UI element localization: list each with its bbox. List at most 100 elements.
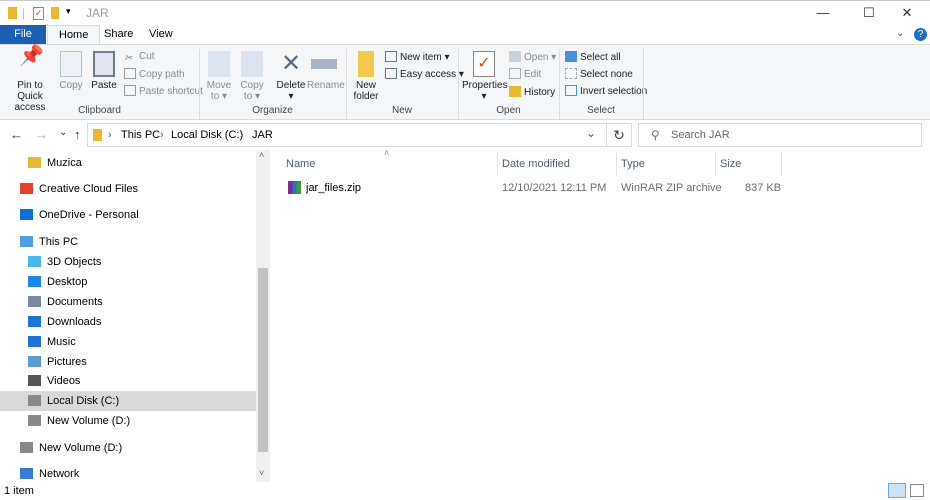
creative-cloud-icon <box>20 183 33 194</box>
edit-button[interactable]: Edit <box>509 68 541 80</box>
expand-ribbon-icon[interactable]: ⌄ <box>896 28 904 39</box>
ribbon-tabs: File Home Share View ⌄ ? <box>0 25 930 45</box>
column-header-type[interactable]: Type <box>621 155 645 175</box>
nav-item-label: Network <box>39 468 80 480</box>
drive-icon <box>20 442 33 453</box>
tab-file[interactable]: File <box>0 25 46 45</box>
nav-item[interactable]: Downloads <box>0 312 256 332</box>
network-icon <box>20 468 33 479</box>
select-all-button[interactable]: Select all <box>565 51 621 63</box>
easy-access-icon <box>385 68 397 79</box>
search-input[interactable]: ⚲ Search JAR <box>638 123 922 147</box>
up-button[interactable]: ↑ <box>74 127 81 142</box>
cut-button[interactable]: ✂ Cut <box>124 51 155 64</box>
nav-item[interactable]: New Volume (D:) <box>0 438 256 458</box>
winrar-zip-icon <box>288 181 301 194</box>
paste-button[interactable]: Paste <box>90 51 118 91</box>
minimize-button[interactable]: — <box>800 1 846 26</box>
help-icon[interactable]: ? <box>914 28 927 41</box>
sort-ascending-icon: ˄ <box>384 148 390 158</box>
breadcrumb-this-pc[interactable]: This PC <box>121 129 160 141</box>
nav-item[interactable]: Music <box>0 332 256 352</box>
open-button[interactable]: Open ▾ <box>509 51 556 63</box>
move-to-button[interactable]: Move to ▾ <box>205 51 233 102</box>
delete-button[interactable]: ✕ Delete ▾ <box>276 51 306 103</box>
nav-item-label: Local Disk (C:) <box>47 395 120 407</box>
status-bar: 1 item <box>0 482 930 500</box>
pin-to-quick-access-button[interactable]: 📌 Pin to Quick access <box>4 46 56 113</box>
recent-locations-button[interactable]: ⌄ <box>59 127 67 138</box>
refresh-button[interactable]: ↻ <box>606 123 632 147</box>
nav-item[interactable]: Videos <box>0 371 256 391</box>
nav-item[interactable]: 3D Objects <box>0 252 256 272</box>
search-placeholder: Search JAR <box>671 129 730 141</box>
column-header-name[interactable]: Name <box>286 155 315 175</box>
nav-item[interactable]: New Volume (D:) <box>0 411 256 431</box>
rename-button[interactable]: Rename <box>307 51 345 91</box>
nav-item[interactable]: Documents <box>0 292 256 312</box>
breadcrumb-local-disk[interactable]: Local Disk (C:) <box>171 129 243 141</box>
nav-item-label: Music <box>47 336 76 348</box>
customize-quick-access-icon[interactable]: ▾ <box>66 6 71 17</box>
nav-item[interactable]: Network <box>0 464 256 484</box>
nav-item-label: Muzica <box>47 157 82 169</box>
nav-item[interactable]: Creative Cloud Files <box>0 179 256 199</box>
nav-item[interactable]: Desktop <box>0 272 256 292</box>
scissors-icon: ✂ <box>124 53 133 64</box>
column-header-date[interactable]: Date modified <box>502 155 570 175</box>
new-item-icon <box>385 51 397 62</box>
new-folder-icon <box>358 51 374 77</box>
nav-item-label: Desktop <box>47 276 88 288</box>
group-label-clipboard: Clipboard <box>78 105 121 116</box>
scroll-up-icon[interactable]: ˄ <box>259 150 264 160</box>
nav-item-label: Documents <box>47 296 103 308</box>
copy-to-icon <box>241 51 263 77</box>
tab-view[interactable]: View <box>138 25 184 45</box>
file-size: 837 KB <box>745 182 782 194</box>
folder-icon <box>8 7 17 19</box>
download-icon <box>28 316 41 327</box>
large-icons-view-button[interactable] <box>910 484 924 497</box>
nav-item-label: Videos <box>47 375 81 387</box>
copy-path-button[interactable]: Copy path <box>124 68 185 80</box>
select-none-button[interactable]: Select none <box>565 68 633 80</box>
group-label-select: Select <box>587 105 615 116</box>
nav-item[interactable]: Muzica <box>0 153 256 173</box>
tab-share[interactable]: Share <box>93 25 144 45</box>
close-button[interactable]: ✕ <box>884 1 930 26</box>
paste-shortcut-button[interactable]: Paste shortcut <box>124 85 203 97</box>
invert-selection-button[interactable]: Invert selection <box>565 85 647 97</box>
address-bar[interactable]: › This PC › Local Disk (C:) › JAR ⌄ <box>87 123 607 147</box>
history-icon <box>509 86 521 97</box>
details-view-button[interactable] <box>888 483 906 498</box>
scroll-down-icon[interactable]: ˅ <box>259 468 264 478</box>
history-button[interactable]: History <box>509 86 555 98</box>
nav-item-label: OneDrive - Personal <box>39 209 139 221</box>
address-dropdown-icon[interactable]: ⌄ <box>586 126 596 140</box>
nav-item[interactable]: Pictures <box>0 352 256 372</box>
new-item-button[interactable]: New item ▾ <box>385 51 449 63</box>
back-button[interactable]: ← <box>10 127 23 142</box>
divider <box>715 152 716 176</box>
easy-access-button[interactable]: Easy access ▾ <box>385 68 464 80</box>
file-row[interactable]: jar_files.zip 12/10/2021 12:11 PM WinRAR… <box>282 178 782 198</box>
group-label-new: New <box>391 105 412 116</box>
invert-selection-icon <box>565 85 577 96</box>
new-folder-button[interactable]: New folder <box>352 51 380 102</box>
column-header-size[interactable]: Size <box>720 155 741 175</box>
forward-button[interactable]: → <box>35 127 48 142</box>
nav-item-label: Creative Cloud Files <box>39 183 139 195</box>
copy-to-button[interactable]: Copy to ▾ <box>238 51 266 102</box>
properties-quick-icon[interactable]: ✓ <box>33 7 44 20</box>
scrollbar-thumb[interactable] <box>258 268 268 452</box>
properties-button[interactable]: ✓ Properties ▾ <box>462 51 508 102</box>
nav-item[interactable]: This PC <box>0 232 256 252</box>
new-folder-quick-icon[interactable] <box>51 7 59 19</box>
copy-icon <box>60 51 82 77</box>
nav-item[interactable]: Local Disk (C:) <box>0 391 256 411</box>
nav-item-label: 3D Objects <box>47 256 102 268</box>
copy-button[interactable]: Copy <box>58 51 84 91</box>
breadcrumb-jar[interactable]: JAR <box>252 129 273 141</box>
nav-item[interactable]: OneDrive - Personal <box>0 205 256 225</box>
divider <box>616 152 617 176</box>
